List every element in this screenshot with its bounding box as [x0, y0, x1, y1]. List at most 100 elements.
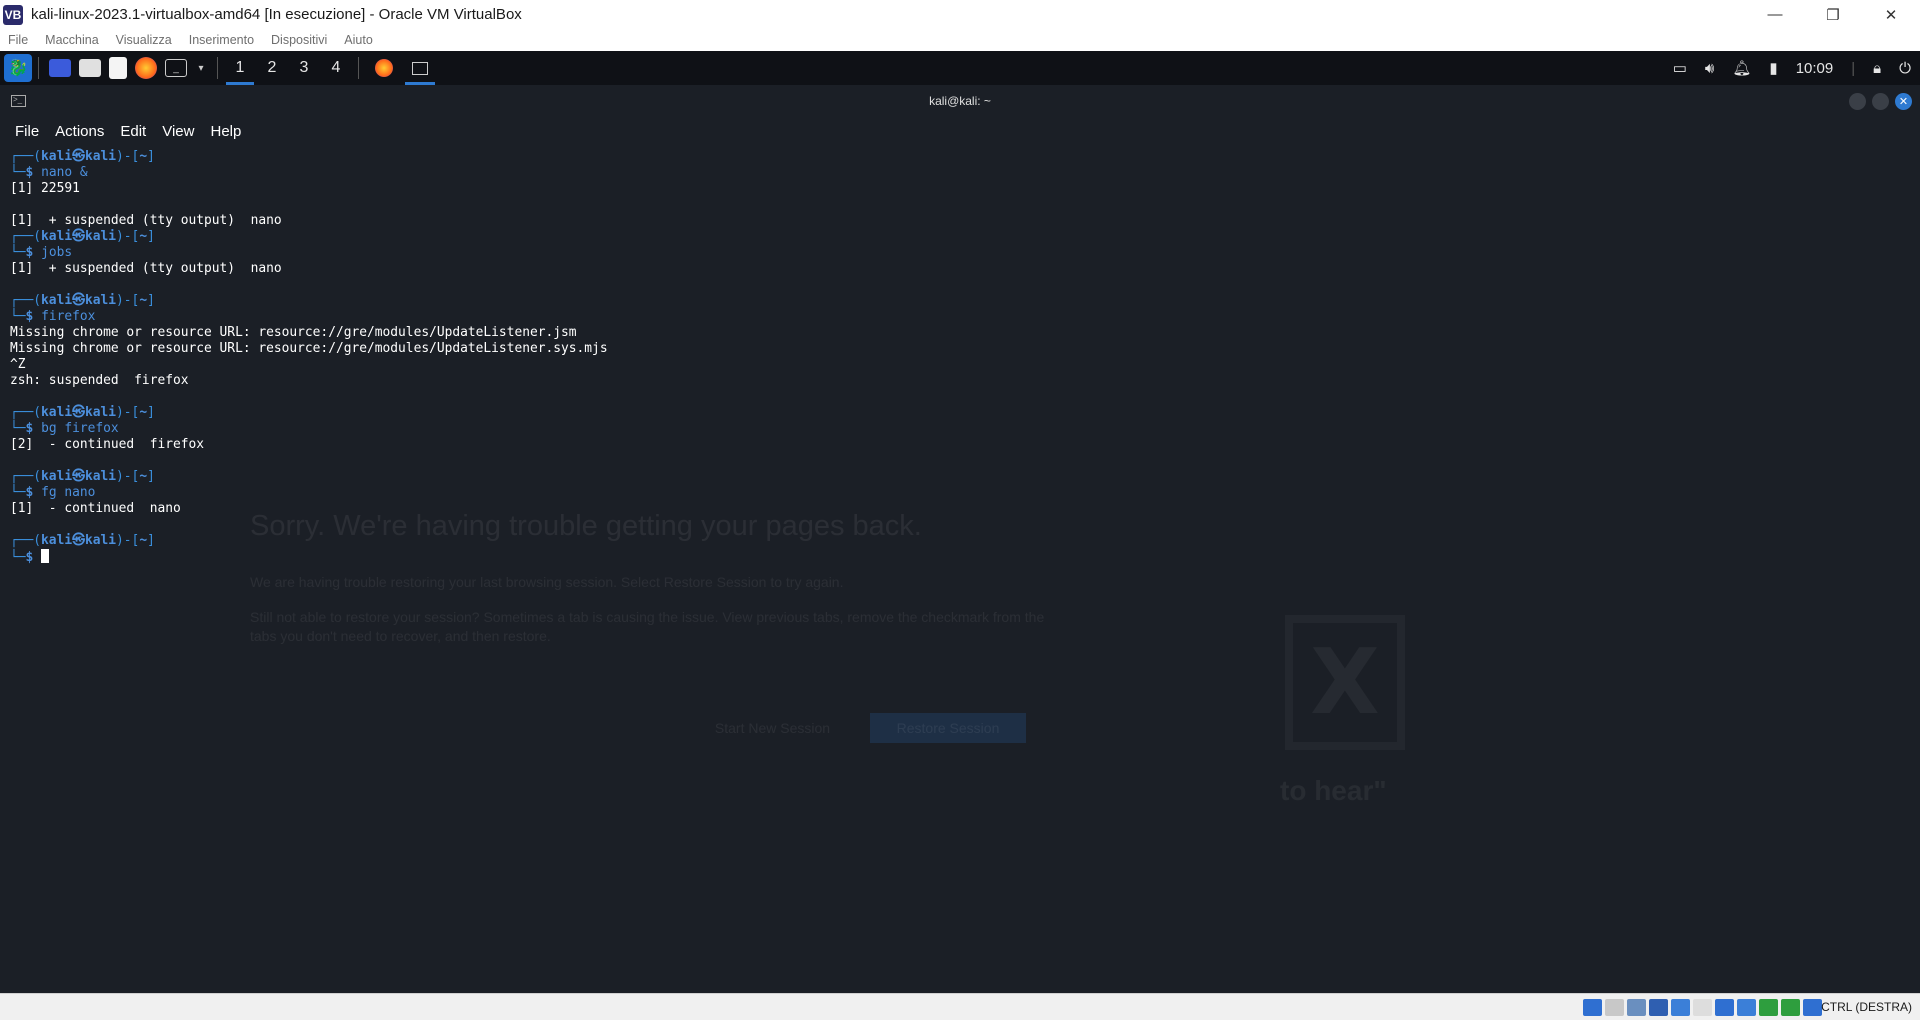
lock-icon[interactable]: 🔒︎ [1873, 60, 1881, 77]
terminal-maximize-button[interactable] [1872, 93, 1889, 110]
prompt-frame: ] [147, 533, 155, 548]
prompt-path: ~ [139, 293, 148, 308]
restore-button[interactable]: ❐ [1804, 0, 1862, 29]
prompt-user: kali㉿kali [41, 405, 117, 420]
minimize-button[interactable]: — [1746, 0, 1804, 29]
window-controls: — ❐ ✕ [1746, 0, 1920, 29]
terminal-titlebar[interactable]: >_ kali@kali: ~ ✕ [0, 85, 1920, 117]
mouse-integration-icon[interactable] [1781, 999, 1800, 1016]
terminal-menu-view[interactable]: View [162, 123, 194, 140]
clock[interactable]: 10:09 [1796, 60, 1834, 77]
command-line: └─$ jobs [10, 245, 608, 261]
battery-icon[interactable]: ▮ [1769, 59, 1777, 77]
command-line: └─$ nano & [10, 165, 608, 181]
network-icon[interactable] [1649, 999, 1668, 1016]
volume-icon[interactable]: 🔊︎ [1705, 60, 1714, 77]
terminal-task[interactable] [403, 51, 437, 85]
close-button[interactable]: ✕ [1862, 0, 1920, 29]
command-line: └─$ firefox [10, 309, 608, 325]
background-restore-session: Restore Session [870, 713, 1026, 743]
menu-file[interactable]: File [8, 33, 28, 47]
files-icon[interactable] [79, 59, 101, 77]
prompt-sign: $ [25, 165, 42, 180]
prompt-frame: )-[ [116, 469, 140, 484]
prompt-frame: └─ [10, 165, 26, 180]
command-text: firefox [41, 309, 96, 324]
desktop-icon[interactable] [49, 59, 71, 77]
workspace-4[interactable]: 4 [320, 51, 352, 85]
menu-view[interactable]: Visualizza [116, 33, 172, 47]
prompt-sign: $ [25, 245, 42, 260]
keyboard-icon[interactable] [1803, 999, 1822, 1016]
prompt-frame: ] [147, 149, 155, 164]
output-line: zsh: suspended firefox [10, 373, 189, 388]
optical-icon[interactable] [1605, 999, 1624, 1016]
prompt-path: ~ [139, 533, 148, 548]
prompt-line: ┌──(kali㉿kali)-[~] [10, 405, 608, 421]
text-editor-icon[interactable] [109, 57, 127, 79]
terminal-menu-help[interactable]: Help [210, 123, 241, 140]
chevron-down-icon[interactable]: ▾ [195, 56, 207, 80]
prompt-frame: └─ [10, 485, 26, 500]
output-line: [1] + suspended (tty output) nano [10, 261, 282, 276]
prompt-path: ~ [139, 149, 148, 164]
background-error-text: We are having trouble restoring your las… [250, 574, 844, 590]
terminal-icon[interactable]: _ [165, 59, 187, 77]
terminal-output[interactable]: ┌──(kali㉿kali)-[~] └─$ nano & [1] 22591 [1]… [10, 149, 608, 565]
workspace-3[interactable]: 3 [288, 51, 320, 85]
prompt-frame: └─ [10, 309, 26, 324]
kali-menu-icon[interactable]: 🐉 [4, 54, 32, 82]
power-icon[interactable]: ⏻ [1899, 60, 1911, 77]
hdd-icon[interactable] [1583, 999, 1602, 1016]
wallpaper-logo: X [1285, 615, 1405, 750]
panel-separator [217, 57, 218, 79]
recording-icon[interactable] [1737, 999, 1756, 1016]
terminal-menu-file[interactable]: File [15, 123, 39, 140]
host-titlebar: VB kali-linux-2023.1-virtualbox-amd64 [I… [0, 0, 1920, 29]
notification-bell-icon[interactable]: 🔔︎ [1732, 59, 1751, 77]
prompt-path: ~ [139, 405, 148, 420]
terminal-menu-edit[interactable]: Edit [120, 123, 146, 140]
cpu-icon[interactable] [1759, 999, 1778, 1016]
output-line: [1] - continued nano [10, 501, 181, 516]
firefox-task-icon[interactable] [375, 59, 393, 77]
prompt-user: kali㉿kali [41, 229, 117, 244]
shared-folder-icon[interactable] [1693, 999, 1712, 1016]
prompt-frame: ┌──( [10, 469, 42, 484]
menu-machine[interactable]: Macchina [45, 33, 99, 47]
panel-separator [358, 57, 359, 79]
audio-icon[interactable] [1627, 999, 1646, 1016]
terminal-window[interactable]: Sorry. We're having trouble getting your… [0, 85, 1920, 993]
output-line: Missing chrome or resource URL: resource… [10, 341, 608, 356]
display-icon[interactable] [1715, 999, 1734, 1016]
workspace-1[interactable]: 1 [224, 51, 256, 85]
menu-devices[interactable]: Dispositivi [271, 33, 327, 47]
prompt-frame: └─ [10, 421, 26, 436]
terminal-menu-actions[interactable]: Actions [55, 123, 104, 140]
prompt-frame: ] [147, 469, 155, 484]
display-icon[interactable]: ▭ [1673, 59, 1687, 77]
prompt-line: ┌──(kali㉿kali)-[~] [10, 293, 608, 309]
menu-input[interactable]: Inserimento [189, 33, 254, 47]
workspace-2[interactable]: 2 [256, 51, 288, 85]
output-line: [1] + suspended (tty output) nano [10, 213, 282, 228]
prompt-frame: ┌──( [10, 533, 42, 548]
terminal-cursor [41, 549, 50, 563]
output-line: ^Z [10, 357, 26, 372]
terminal-minimize-button[interactable] [1849, 93, 1866, 110]
command-text: bg firefox [41, 421, 119, 436]
firefox-icon[interactable] [135, 57, 157, 79]
usb-icon[interactable] [1671, 999, 1690, 1016]
status-icons [1583, 999, 1822, 1016]
terminal-close-button[interactable]: ✕ [1895, 93, 1912, 110]
output-line: Missing chrome or resource URL: resource… [10, 325, 577, 340]
prompt-path: ~ [139, 469, 148, 484]
prompt-frame: )-[ [116, 405, 140, 420]
menu-help[interactable]: Aiuto [344, 33, 373, 47]
host-statusbar: CTRL (DESTRA) [0, 993, 1920, 1020]
